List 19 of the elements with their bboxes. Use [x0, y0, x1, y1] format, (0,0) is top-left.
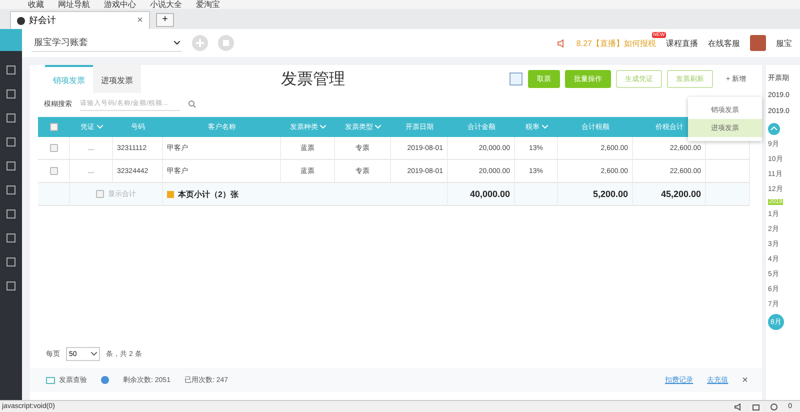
subtotal-cell: 45,200.00: [633, 183, 706, 206]
page-title: 发票管理: [281, 70, 345, 90]
tab-title: 好会计: [29, 14, 56, 27]
bookmark[interactable]: 小说大全: [150, 1, 182, 9]
service-link[interactable]: 在线客服: [708, 38, 740, 48]
subtotal-label: 本页小计（2）张: [178, 188, 238, 200]
close-button[interactable]: ×: [742, 374, 748, 386]
user-name[interactable]: 服宝: [776, 38, 792, 48]
invoice-tab[interactable]: 进项发票: [93, 65, 141, 93]
close-button[interactable]: ×: [137, 15, 143, 26]
browser-tab[interactable]: 好会计 ×: [10, 11, 150, 29]
bookmark[interactable]: 游戏中心: [104, 1, 136, 9]
new-tab-button[interactable]: +: [156, 13, 174, 27]
bookmark[interactable]: 网址导航: [58, 1, 90, 9]
subtotal-cell: 40,000.00: [448, 183, 515, 206]
subtotal-cell: 5,200.00: [558, 183, 633, 206]
account-select[interactable]: 服宝学习账套: [32, 34, 182, 52]
bookmark[interactable]: 爱淘宝: [196, 1, 220, 9]
bookmark[interactable]: 收藏: [28, 1, 44, 9]
